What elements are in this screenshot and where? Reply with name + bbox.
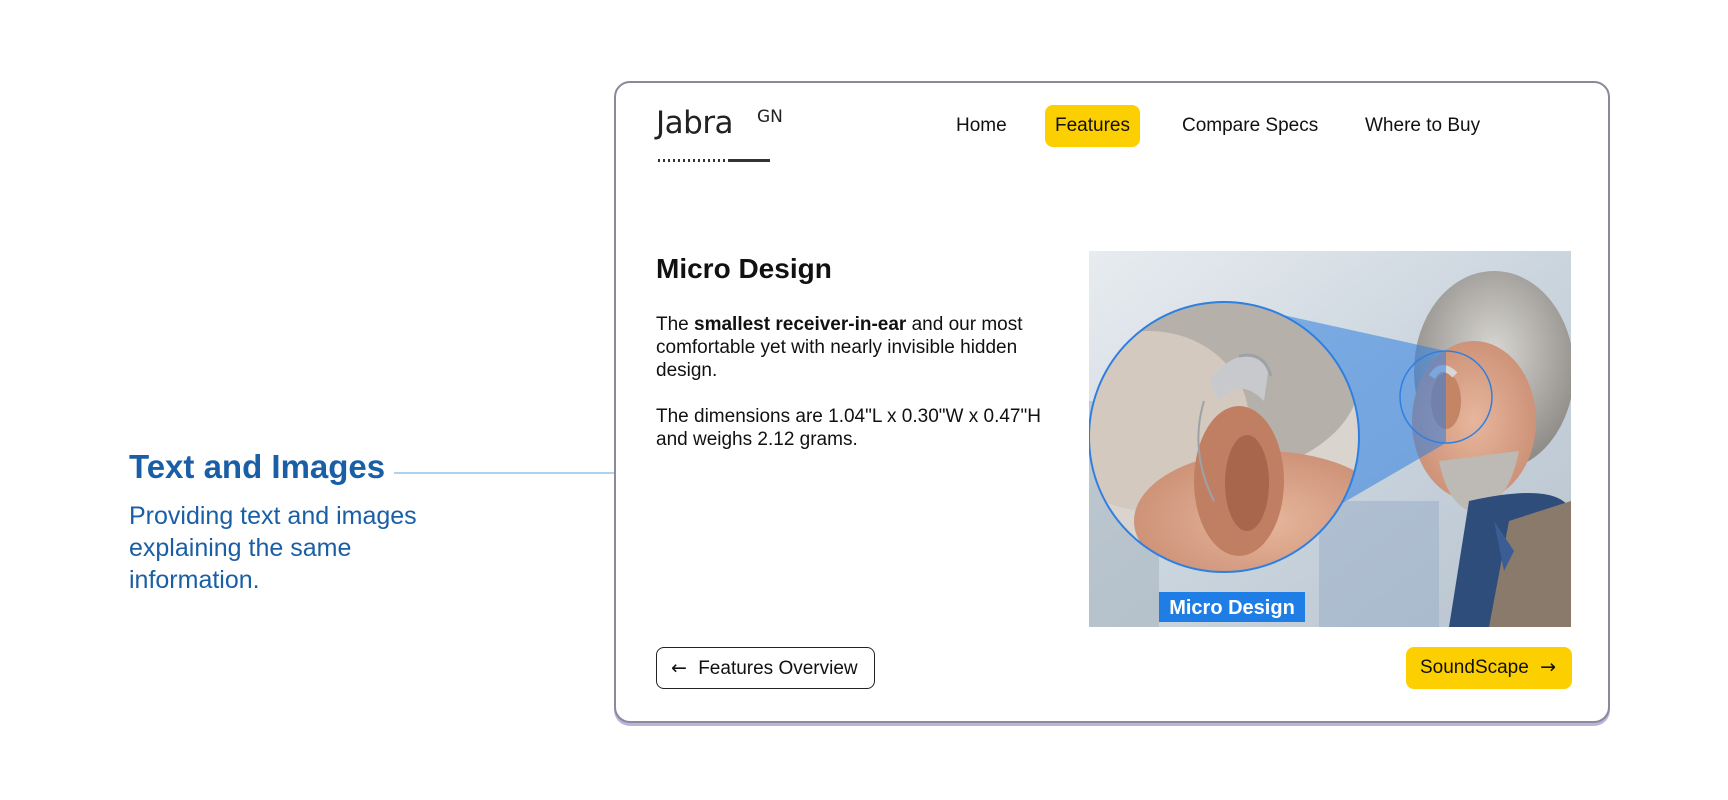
arrow-right-icon: → [1540, 656, 1557, 678]
logo-gn-mark: GN [757, 107, 783, 127]
product-photo: Micro Design [1089, 251, 1571, 627]
soundscape-button[interactable]: SoundScape → [1406, 647, 1572, 689]
nav-features[interactable]: Features [1045, 105, 1140, 147]
next-button-label: SoundScape [1420, 657, 1529, 678]
dimensions-paragraph: The dimensions are 1.04"L x 0.30"W x 0.4… [656, 406, 1041, 450]
logo-underline [730, 159, 770, 162]
browser-window: Jabra GN Home Features Compare Specs Whe… [614, 81, 1610, 723]
logo-wordmark: Jabra [656, 105, 734, 141]
arrow-left-icon: ← [671, 657, 687, 679]
description-paragraph: The smallest receiver-in-ear and our mos… [656, 313, 1056, 382]
back-button-label: Features Overview [698, 658, 858, 679]
image-label-text: Micro Design [1169, 597, 1295, 619]
jabra-logo[interactable]: Jabra GN [656, 105, 796, 162]
nav-where-to-buy[interactable]: Where to Buy [1355, 105, 1490, 147]
nav-compare-specs[interactable]: Compare Specs [1172, 105, 1328, 147]
annotation-description: Providing text and images explaining the… [129, 502, 417, 594]
hearing-aid-illustration: Micro Design [1089, 251, 1571, 627]
annotation-title: Text and Images [129, 448, 386, 485]
logo-dotted-line [658, 159, 730, 162]
section-title: Micro Design [656, 253, 832, 284]
features-overview-button[interactable]: ← Features Overview [656, 647, 875, 689]
para-prefix: The [656, 314, 695, 335]
nav-home[interactable]: Home [946, 105, 1017, 147]
para-emphasis: smallest receiver-in-ear [694, 314, 907, 335]
